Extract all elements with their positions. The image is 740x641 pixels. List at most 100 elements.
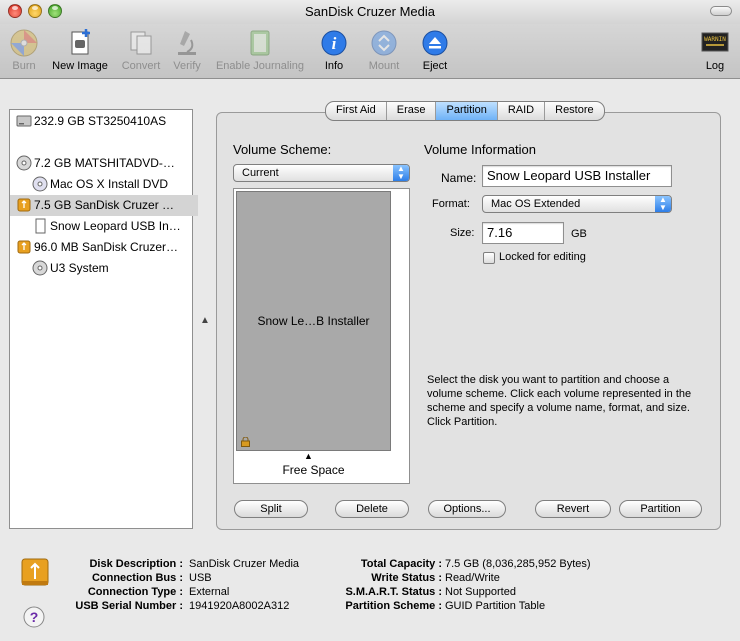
enable-journaling-button[interactable]: Enable Journaling xyxy=(212,28,308,72)
format-value: Mac OS Extended xyxy=(491,198,581,210)
window-title: SanDisk Cruzer Media xyxy=(304,4,436,19)
volume-item-snow-leopard[interactable]: Snow Leopard USB In… xyxy=(10,216,214,237)
usb-drive-icon xyxy=(21,558,49,586)
volume-size-field[interactable]: 7.16 xyxy=(482,222,564,244)
partition-scheme-label: Partition Scheme : xyxy=(345,600,442,612)
cd-disc-icon xyxy=(32,260,48,276)
hard-disk-icon xyxy=(16,113,32,129)
total-capacity-label: Total Capacity : xyxy=(360,558,442,570)
title-bar: SanDisk Cruzer Media xyxy=(0,0,740,24)
svg-text:i: i xyxy=(332,34,337,53)
size-label: Size: xyxy=(450,227,475,239)
usb-drive-icon xyxy=(16,239,32,255)
disk-utility-window: SanDisk Cruzer Media Burn New Image Conv… xyxy=(0,0,740,641)
disk-item-matshita-dvd[interactable]: 7.2 GB MATSHITADVD-… xyxy=(10,153,198,174)
log-icon-text: WARNIN xyxy=(704,36,726,43)
convert-label: Convert xyxy=(121,60,161,72)
tab-restore[interactable]: Restore xyxy=(545,102,604,120)
scheme-volume-block[interactable]: Snow Le…B Installer xyxy=(236,191,391,451)
sidebar-item-label: 7.2 GB MATSHITADVD-… xyxy=(34,156,175,170)
sidebar-item-label: 232.9 GB ST3250410AS xyxy=(34,114,167,128)
disk-description-label: Disk Description : xyxy=(89,558,183,570)
burn-button[interactable]: Burn xyxy=(6,28,42,72)
volume-icon xyxy=(32,218,48,234)
format-popup[interactable]: Mac OS Extended ▲ ▼ xyxy=(482,195,672,213)
new-image-icon xyxy=(64,28,96,58)
connection-type-value: External xyxy=(189,586,230,598)
sidebar-item-label: Mac OS X Install DVD xyxy=(50,177,169,191)
usb-drive-icon xyxy=(16,197,32,213)
usb-serial-value: 1941920A8002A312 xyxy=(189,600,290,612)
tab-partition[interactable]: Partition xyxy=(436,102,498,120)
log-button[interactable]: WARNIN Log xyxy=(698,28,732,72)
write-status-value: Read/Write xyxy=(445,572,500,584)
optical-drive-icon xyxy=(16,155,32,171)
new-image-button[interactable]: New Image xyxy=(48,28,112,72)
sidebar-item-label: 7.5 GB SanDisk Cruzer … xyxy=(34,198,175,212)
volume-scheme-view: Snow Le…B Installer ▲ Free Space xyxy=(233,188,410,484)
tab-first-aid[interactable]: First Aid xyxy=(326,102,387,120)
revert-button[interactable]: Revert xyxy=(535,500,611,518)
split-button[interactable]: Split xyxy=(234,500,308,518)
scheme-free-space[interactable]: Free Space xyxy=(236,459,391,481)
eject-button[interactable]: Eject xyxy=(418,28,452,72)
disk-list[interactable]: 232.9 GB ST3250410AS 7.2 GB MATSHITADVD-… xyxy=(9,109,198,529)
burn-icon xyxy=(8,28,40,58)
locked-for-editing-label: Locked for editing xyxy=(499,251,586,263)
journal-icon xyxy=(244,28,276,58)
verify-button[interactable]: Verify xyxy=(170,28,204,72)
svg-text:?: ? xyxy=(30,609,39,625)
info-icon: i xyxy=(318,28,350,58)
scheme-volume-label: Snow Le…B Installer xyxy=(257,314,370,328)
connection-bus-label: Connection Bus : xyxy=(91,572,183,584)
disk-item-sandisk-96mb[interactable]: 96.0 MB SanDisk Cruzer… xyxy=(10,237,198,258)
main-content: 232.9 GB ST3250410AS 7.2 GB MATSHITADVD-… xyxy=(0,79,740,641)
toolbar-toggle-button[interactable] xyxy=(710,6,732,16)
split-view-handle[interactable]: ▲ xyxy=(200,315,210,326)
format-label: Format: xyxy=(432,198,470,210)
new-image-label: New Image xyxy=(52,60,108,72)
volume-information-label: Volume Information xyxy=(424,142,537,157)
mount-icon xyxy=(368,28,400,58)
volume-name-field[interactable]: Snow Leopard USB Installer xyxy=(482,165,672,187)
disk-description-value: SanDisk Cruzer Media xyxy=(189,558,300,570)
partition-scheme-value: GUID Partition Table xyxy=(445,600,546,612)
eject-icon xyxy=(419,28,451,58)
dvd-disc-icon xyxy=(32,176,48,192)
partition-button[interactable]: Partition xyxy=(619,500,702,518)
mount-button[interactable]: Mount xyxy=(364,28,404,72)
smart-status-label: S.M.A.R.T. Status : xyxy=(345,586,442,598)
tab-erase[interactable]: Erase xyxy=(387,102,437,120)
lock-icon xyxy=(241,437,250,447)
disk-info-area: ? Disk Description : SanDisk Cruzer Medi… xyxy=(0,549,740,641)
delete-button[interactable]: Delete xyxy=(335,500,409,518)
locked-for-editing-checkbox[interactable] xyxy=(483,252,495,264)
connection-type-label: Connection Type : xyxy=(87,586,183,598)
disk-item-st3250410as[interactable]: 232.9 GB ST3250410AS xyxy=(10,111,198,132)
tab-bar: First Aid Erase Partition RAID Restore xyxy=(325,101,605,121)
tab-raid[interactable]: RAID xyxy=(498,102,546,120)
size-unit-label: GB xyxy=(571,228,587,240)
burn-label: Burn xyxy=(12,60,36,72)
write-status-label: Write Status : xyxy=(371,572,442,584)
volume-scheme-popup[interactable]: Current ▲ ▼ xyxy=(233,164,410,182)
options-button[interactable]: Options... xyxy=(428,500,506,518)
disk-item-sandisk-7-5gb[interactable]: 7.5 GB SanDisk Cruzer … xyxy=(10,195,198,216)
sidebar-item-label: U3 System xyxy=(50,261,109,275)
popup-arrows-icon: ▲ ▼ xyxy=(655,196,671,212)
volume-item-install-dvd[interactable]: Mac OS X Install DVD xyxy=(10,174,214,195)
help-icon[interactable]: ? xyxy=(23,606,45,628)
info-label: Info xyxy=(324,60,344,72)
sidebar-item-label: 96.0 MB SanDisk Cruzer… xyxy=(34,240,179,254)
mount-label: Mount xyxy=(368,60,400,72)
log-label: Log xyxy=(705,60,725,72)
convert-button[interactable]: Convert xyxy=(118,28,164,72)
smart-status-value: Not Supported xyxy=(445,586,516,598)
name-label: Name: xyxy=(441,171,477,185)
info-button[interactable]: i Info xyxy=(318,28,350,72)
partition-help-text: Select the disk you want to partition an… xyxy=(427,374,692,428)
volume-item-u3-system[interactable]: U3 System xyxy=(10,258,214,279)
popup-arrows-icon: ▲ ▼ xyxy=(393,165,409,181)
log-icon: WARNIN xyxy=(699,28,731,58)
volume-scheme-label: Volume Scheme: xyxy=(233,142,332,157)
